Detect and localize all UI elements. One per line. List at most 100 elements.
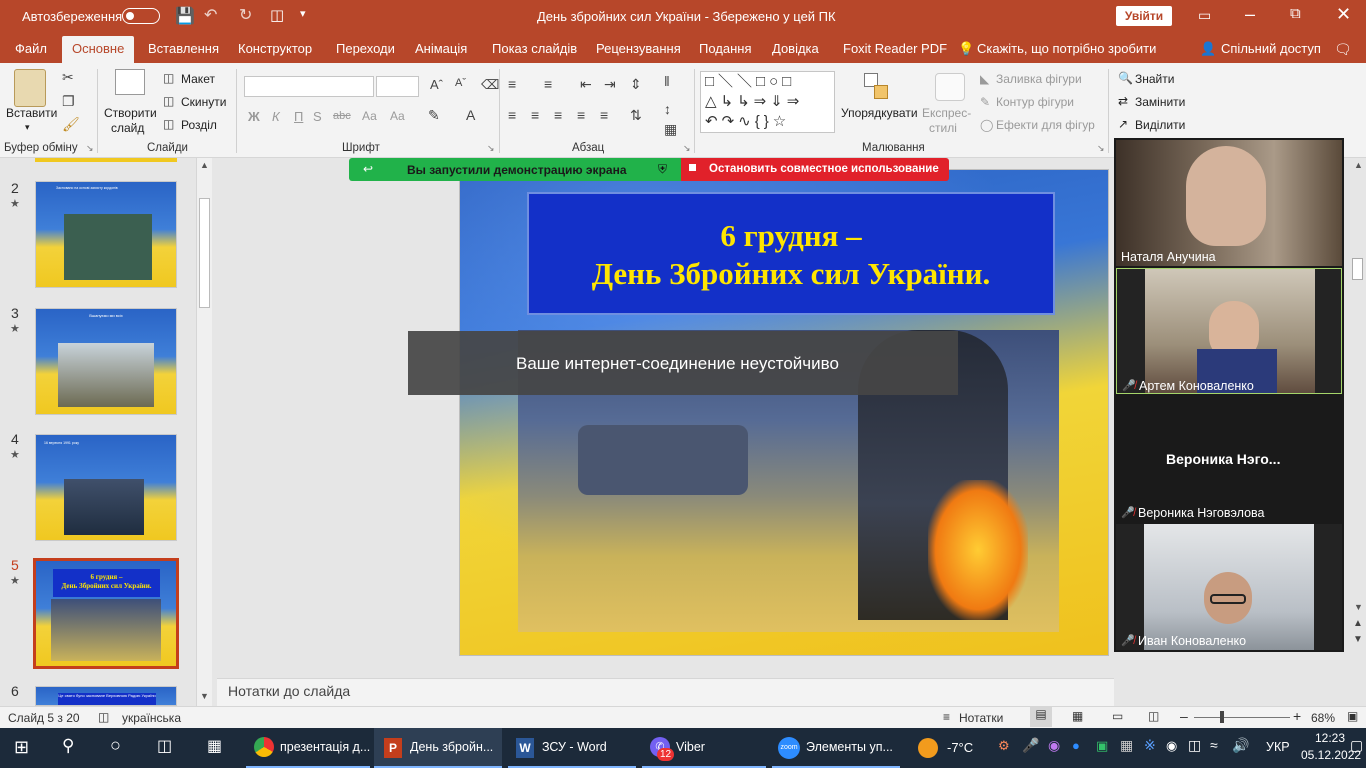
volume-icon[interactable]: 🔊 xyxy=(1232,737,1249,754)
ribbon-display-icon[interactable]: ▭ xyxy=(1198,7,1211,24)
customize-toolbar-icon[interactable]: ▾ xyxy=(300,7,306,20)
new-slide-icon[interactable] xyxy=(115,69,145,95)
zoom-out-icon[interactable]: – xyxy=(1180,708,1188,724)
calculator-icon[interactable]: ▦ xyxy=(207,736,222,756)
font-launcher-icon[interactable]: ↘ xyxy=(487,143,495,154)
slide-thumbnail-5-selected[interactable]: 6 грудня – День Збройних сил України. xyxy=(33,558,179,669)
new-slide-button-line2[interactable]: слайд xyxy=(111,121,144,135)
font-size-input[interactable] xyxy=(376,76,419,97)
comments-icon[interactable]: 🗨 xyxy=(1334,41,1352,58)
shape-outline-button[interactable]: Контур фігури xyxy=(996,95,1074,109)
signin-button[interactable]: Увійти xyxy=(1116,6,1172,26)
taskbar-app-viber[interactable]: ✆ 12 Viber xyxy=(642,728,766,768)
quick-styles-button[interactable]: Експрес- xyxy=(922,106,971,120)
slideshow-icon[interactable]: ◫ xyxy=(1148,709,1159,723)
slide-sorter-icon[interactable]: ▦ xyxy=(1072,709,1083,723)
font-color-icon[interactable]: A xyxy=(466,107,475,123)
section-button[interactable]: Розділ xyxy=(181,118,217,132)
microphone-icon[interactable]: 🎤 xyxy=(1022,737,1039,754)
bold-button[interactable]: Ж xyxy=(248,109,260,124)
tab-view[interactable]: Подання xyxy=(699,41,752,56)
align-left-icon[interactable]: ≡ xyxy=(508,107,516,123)
select-button[interactable]: Виділити xyxy=(1135,118,1185,132)
tab-animations[interactable]: Анімація xyxy=(415,41,467,56)
copy-icon[interactable]: ❐ xyxy=(62,93,75,110)
decrease-indent-icon[interactable]: ⇤ xyxy=(580,76,592,93)
participant-tile[interactable]: Вероника Нэго... 🎤̸ Вероника Нэговэлова xyxy=(1116,396,1342,522)
minimize-icon[interactable]: – xyxy=(1245,4,1255,25)
paste-icon[interactable] xyxy=(14,69,46,107)
bullets-icon[interactable]: ≡ xyxy=(508,76,516,92)
replace-button[interactable]: Замінити xyxy=(1135,95,1185,109)
tab-file[interactable]: Файл xyxy=(15,41,47,56)
autosave-toggle[interactable] xyxy=(122,8,160,24)
scroll-up-icon[interactable]: ▲ xyxy=(1354,160,1363,170)
normal-view-icon[interactable]: ▤ xyxy=(1030,707,1052,727)
clear-format-icon[interactable]: ⌫ xyxy=(481,77,499,93)
slide-thumbnail-2[interactable]: Засновано на основі захисту кордонів xyxy=(35,181,177,288)
italic-button[interactable]: К xyxy=(272,109,280,124)
wifi-icon[interactable]: ≈ xyxy=(1210,737,1218,753)
shrink-font-icon[interactable]: Aˇ xyxy=(455,77,466,89)
fit-to-window-icon[interactable]: ▣ xyxy=(1347,709,1358,723)
tab-help[interactable]: Довідка xyxy=(772,41,819,56)
weather-icon[interactable] xyxy=(918,738,938,758)
tab-transitions[interactable]: Переходи xyxy=(336,41,395,56)
participant-tile[interactable]: Наталя Анучина xyxy=(1116,140,1342,266)
increase-indent-icon[interactable]: ⇥ xyxy=(604,76,616,93)
tray-app-icon[interactable]: ◉ xyxy=(1048,737,1060,754)
align-center-icon[interactable]: ≡ xyxy=(531,107,539,123)
numbering-icon[interactable]: ≡ xyxy=(544,76,552,92)
tray-app-icon[interactable]: ▣ xyxy=(1096,738,1108,754)
distributed-icon[interactable]: ≡ xyxy=(600,107,608,123)
layout-button[interactable]: Макет xyxy=(181,72,215,86)
weather-temp[interactable]: -7°C xyxy=(947,740,973,755)
strikethrough-button[interactable]: abc xyxy=(333,110,351,122)
maximize-icon[interactable]: ⧉ xyxy=(1290,5,1301,22)
format-painter-icon[interactable]: 🖌 xyxy=(62,116,80,133)
zoom-tray-icon[interactable]: ● xyxy=(1072,738,1080,753)
notes-button[interactable]: Нотатки xyxy=(959,711,1003,725)
align-text-icon[interactable]: ↕ xyxy=(664,101,671,117)
paste-button[interactable]: Вставити xyxy=(6,106,57,120)
shape-fill-button[interactable]: Заливка фігури xyxy=(996,72,1082,86)
smartart-icon[interactable]: ▦ xyxy=(664,121,677,138)
char-spacing-button[interactable]: Аа xyxy=(362,109,377,123)
tab-home[interactable]: Основне xyxy=(62,36,135,63)
underline-button[interactable]: П xyxy=(294,109,303,124)
tab-foxit[interactable]: Foxit Reader PDF xyxy=(843,41,947,56)
reset-button[interactable]: Скинути xyxy=(181,95,226,109)
share-button[interactable]: Спільний доступ xyxy=(1221,41,1321,56)
slide-thumbnail-partial[interactable] xyxy=(35,158,177,162)
arrange-button[interactable]: Упорядкувати xyxy=(841,106,918,120)
redo-icon[interactable]: ↻ xyxy=(239,5,252,25)
paragraph-launcher-icon[interactable]: ↘ xyxy=(683,143,691,154)
scroll-down-icon[interactable]: ▼ xyxy=(1354,602,1363,612)
drawing-launcher-icon[interactable]: ↘ xyxy=(1097,143,1105,154)
tray-app-icon[interactable]: ▦ xyxy=(1120,737,1133,754)
taskbar-app-powerpoint[interactable]: P День збройн... xyxy=(374,728,502,768)
present-icon[interactable]: ◫ xyxy=(270,6,284,24)
slide-thumbnail-4[interactable]: 16 вересня 1991 року xyxy=(35,434,177,541)
shapes-gallery[interactable]: □＼＼□○□ △↳↳⇒⇓⇒ ↶↷∿{}☆ xyxy=(700,71,835,133)
bluetooth-icon[interactable]: ※ xyxy=(1144,737,1156,754)
justify-icon[interactable]: ≡ xyxy=(577,107,585,123)
tab-insert[interactable]: Вставлення xyxy=(148,41,219,56)
scroll-down-icon[interactable]: ▼ xyxy=(200,691,209,701)
taskbar-app-chrome[interactable]: презентація д... xyxy=(246,728,370,768)
tab-review[interactable]: Рецензування xyxy=(596,41,681,56)
reading-view-icon[interactable]: ▭ xyxy=(1112,709,1123,723)
close-icon[interactable]: ✕ xyxy=(1336,4,1351,25)
participant-tile[interactable]: 🎤̸ Иван Коноваленко xyxy=(1116,524,1342,650)
zoom-in-icon[interactable]: + xyxy=(1293,708,1301,724)
paste-dropdown-icon[interactable]: ▾ xyxy=(25,122,30,133)
align-right-icon[interactable]: ≡ xyxy=(554,107,562,123)
undo-icon[interactable]: ↶ xyxy=(204,5,217,25)
columns-icon[interactable]: ‖ xyxy=(664,73,670,89)
cut-icon[interactable]: ✂ xyxy=(62,69,74,86)
text-direction-icon[interactable]: ⇅ xyxy=(630,107,642,124)
cortana-icon[interactable]: ○ xyxy=(110,735,121,756)
slide-title-box[interactable]: 6 грудня – День Збройних сил України. xyxy=(527,192,1055,315)
tray-app-icon[interactable]: ◉ xyxy=(1166,738,1177,754)
zoom-slider[interactable] xyxy=(1194,717,1290,718)
